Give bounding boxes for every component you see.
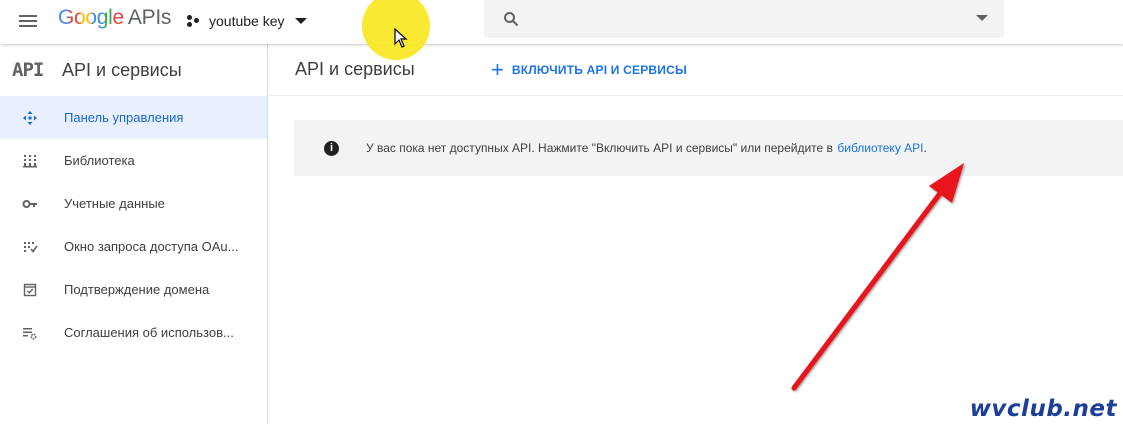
sidebar-item-label: Окно запроса доступа OAu...: [64, 239, 239, 254]
google-apis-logo[interactable]: Google APIs: [58, 6, 171, 30]
sidebar: API API и сервисы Панель управления Библ…: [0, 44, 268, 424]
sidebar-item-library[interactable]: Библиотека: [0, 139, 267, 182]
sidebar-item-credentials[interactable]: Учетные данные: [0, 182, 267, 225]
search-dropdown-icon[interactable]: [976, 15, 988, 21]
sidebar-item-label: Библиотека: [64, 153, 135, 168]
sidebar-item-oauth-consent[interactable]: Окно запроса доступа OAu...: [0, 225, 267, 268]
sidebar-item-label: Учетные данные: [64, 196, 165, 211]
plus-icon: +: [491, 56, 504, 82]
info-icon: i: [324, 140, 339, 156]
search-icon: [504, 12, 519, 27]
dashboard-icon: [22, 110, 38, 126]
watermark: wvclub.net: [969, 396, 1117, 422]
no-apis-notice: i У вас пока нет доступных API. Нажмите …: [294, 120, 1123, 176]
project-name: youtube key: [209, 13, 285, 29]
enable-apis-button[interactable]: + ВКЛЮЧИТЬ API И СЕРВИСЫ: [491, 56, 687, 82]
main-content: API и сервисы + ВКЛЮЧИТЬ API И СЕРВИСЫ i…: [269, 44, 1123, 424]
sidebar-item-label: Соглашения об использов...: [64, 325, 234, 340]
sidebar-header: API API и сервисы: [0, 44, 267, 96]
oauth-consent-icon: [22, 239, 38, 255]
api-mark-icon: API: [12, 59, 44, 81]
project-icon: [187, 14, 201, 28]
api-library-link[interactable]: библиотеку API: [837, 141, 923, 155]
sidebar-item-label: Подтверждение домена: [64, 282, 210, 297]
key-icon: [22, 196, 38, 212]
search-bar[interactable]: [484, 0, 1004, 38]
menu-icon[interactable]: [18, 11, 38, 31]
domain-verification-icon: [22, 282, 38, 298]
search-input[interactable]: [534, 8, 934, 30]
sidebar-item-label: Панель управления: [64, 110, 184, 125]
top-bar: Google APIs youtube key: [0, 0, 1123, 44]
mouse-cursor-icon: [394, 28, 408, 48]
page-title: API и сервисы: [295, 59, 415, 79]
sidebar-item-dashboard[interactable]: Панель управления: [0, 96, 267, 139]
page: Google APIs youtube key API API и сервисы: [0, 0, 1123, 424]
logo-apis-text: APIs: [127, 6, 172, 29]
project-caret-icon: [294, 18, 307, 24]
enable-apis-label: ВКЛЮЧИТЬ API И СЕРВИСЫ: [511, 62, 687, 77]
notice-text: У вас пока нет доступных API. Нажмите "В…: [366, 141, 833, 155]
project-selector[interactable]: youtube key: [187, 10, 307, 32]
sidebar-item-agreements[interactable]: Соглашения об использов...: [0, 311, 267, 354]
settings-list-icon: [22, 325, 38, 341]
sidebar-title: API и сервисы: [62, 59, 182, 80]
logo-google-text: Google: [58, 6, 124, 29]
library-icon: [22, 153, 38, 169]
sidebar-item-domain-verification[interactable]: Подтверждение домена: [0, 268, 267, 311]
notice-suffix: .: [923, 141, 927, 155]
